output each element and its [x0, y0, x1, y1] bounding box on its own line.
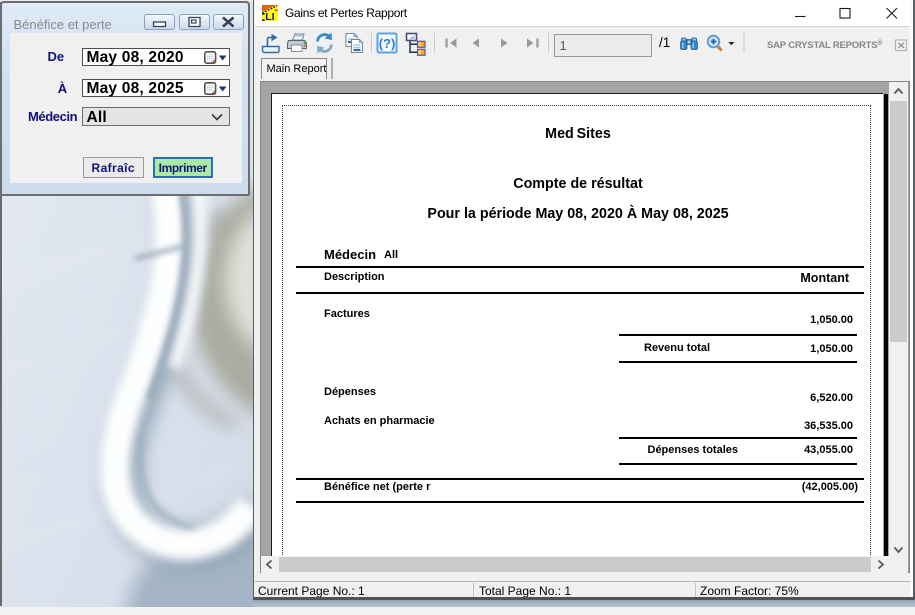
svg-text:(?): (?) [379, 36, 396, 51]
svg-text:LI: LI [265, 11, 274, 21]
